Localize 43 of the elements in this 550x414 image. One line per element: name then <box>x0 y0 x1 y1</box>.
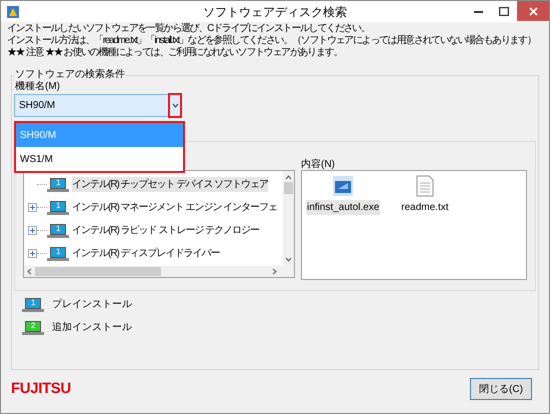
caret-icon <box>172 103 178 108</box>
maximize-icon <box>499 7 509 16</box>
vertical-scrollbar[interactable] <box>283 171 294 266</box>
monitor-icon: 1 <box>47 224 69 238</box>
horizontal-scrollbar[interactable] <box>24 266 294 277</box>
expand-icon[interactable] <box>28 226 37 235</box>
file-name[interactable]: readme.txt <box>400 200 450 215</box>
close-icon <box>528 6 538 16</box>
instruction-text: ★★ 注意 ★★ お使いの機種によっては、ご利用になれないソフトウェアがあります。 <box>7 47 344 59</box>
scroll-up-icon <box>285 175 292 180</box>
monitor-icon: 1 <box>22 298 44 312</box>
program-icon <box>332 175 354 197</box>
tree-item[interactable]: インテル(R) マネージメント エンジン インターフェ <box>72 200 278 215</box>
legend-label: 追加インストール <box>52 320 132 335</box>
scroll-right-icon <box>272 268 277 275</box>
list-label: 内容(N) <box>301 159 335 170</box>
instruction-text: インストール方法は、「readme.txt」「install.txt」などを参照してください。（ソフトウェアによっては用意されていない場合もあります） <box>7 35 537 46</box>
expand-icon[interactable] <box>28 249 37 258</box>
monitor-icon: 1 <box>47 178 69 192</box>
scroll-thumb[interactable] <box>35 267 161 276</box>
minimize-icon <box>474 10 482 12</box>
scroll-thumb[interactable] <box>284 182 293 194</box>
legend-label: プレインストール <box>52 298 132 312</box>
close-button[interactable] <box>517 1 549 21</box>
file-name[interactable]: infinst_autol.exe <box>306 200 380 215</box>
tree-item[interactable]: インテル(R) ラピッド ストレージ テクノロジー <box>72 223 260 238</box>
text-file-icon <box>416 175 434 197</box>
window-title: ソフトウェアディスク検索 <box>203 4 347 20</box>
expand-icon[interactable] <box>28 203 37 212</box>
monitor-icon: 2 <box>22 320 44 334</box>
monitor-icon: 1 <box>47 246 69 260</box>
close-dialog-button[interactable]: 閉じる(C) <box>470 378 532 400</box>
model-dropdown[interactable]: SH90/M <box>14 94 182 117</box>
scroll-down-icon <box>285 257 292 262</box>
scroll-left-icon <box>27 268 32 275</box>
monitor-icon: 1 <box>47 200 69 214</box>
logo: FUJITSU <box>11 379 71 399</box>
app-icon <box>7 6 19 18</box>
instruction-text: インストールしたいソフトウェアを一覧から選び、Cドライブにインストールしてください。 <box>7 23 371 34</box>
tree-item[interactable]: インテル(R) ディスプレイドライバー <box>72 246 220 261</box>
tree-item[interactable]: インテル(R) チップセット デバイス ソフトウェア <box>72 177 268 192</box>
group-title: ソフトウェアの検索条件 <box>14 69 126 81</box>
field-label: 機種名(M) <box>15 81 61 93</box>
